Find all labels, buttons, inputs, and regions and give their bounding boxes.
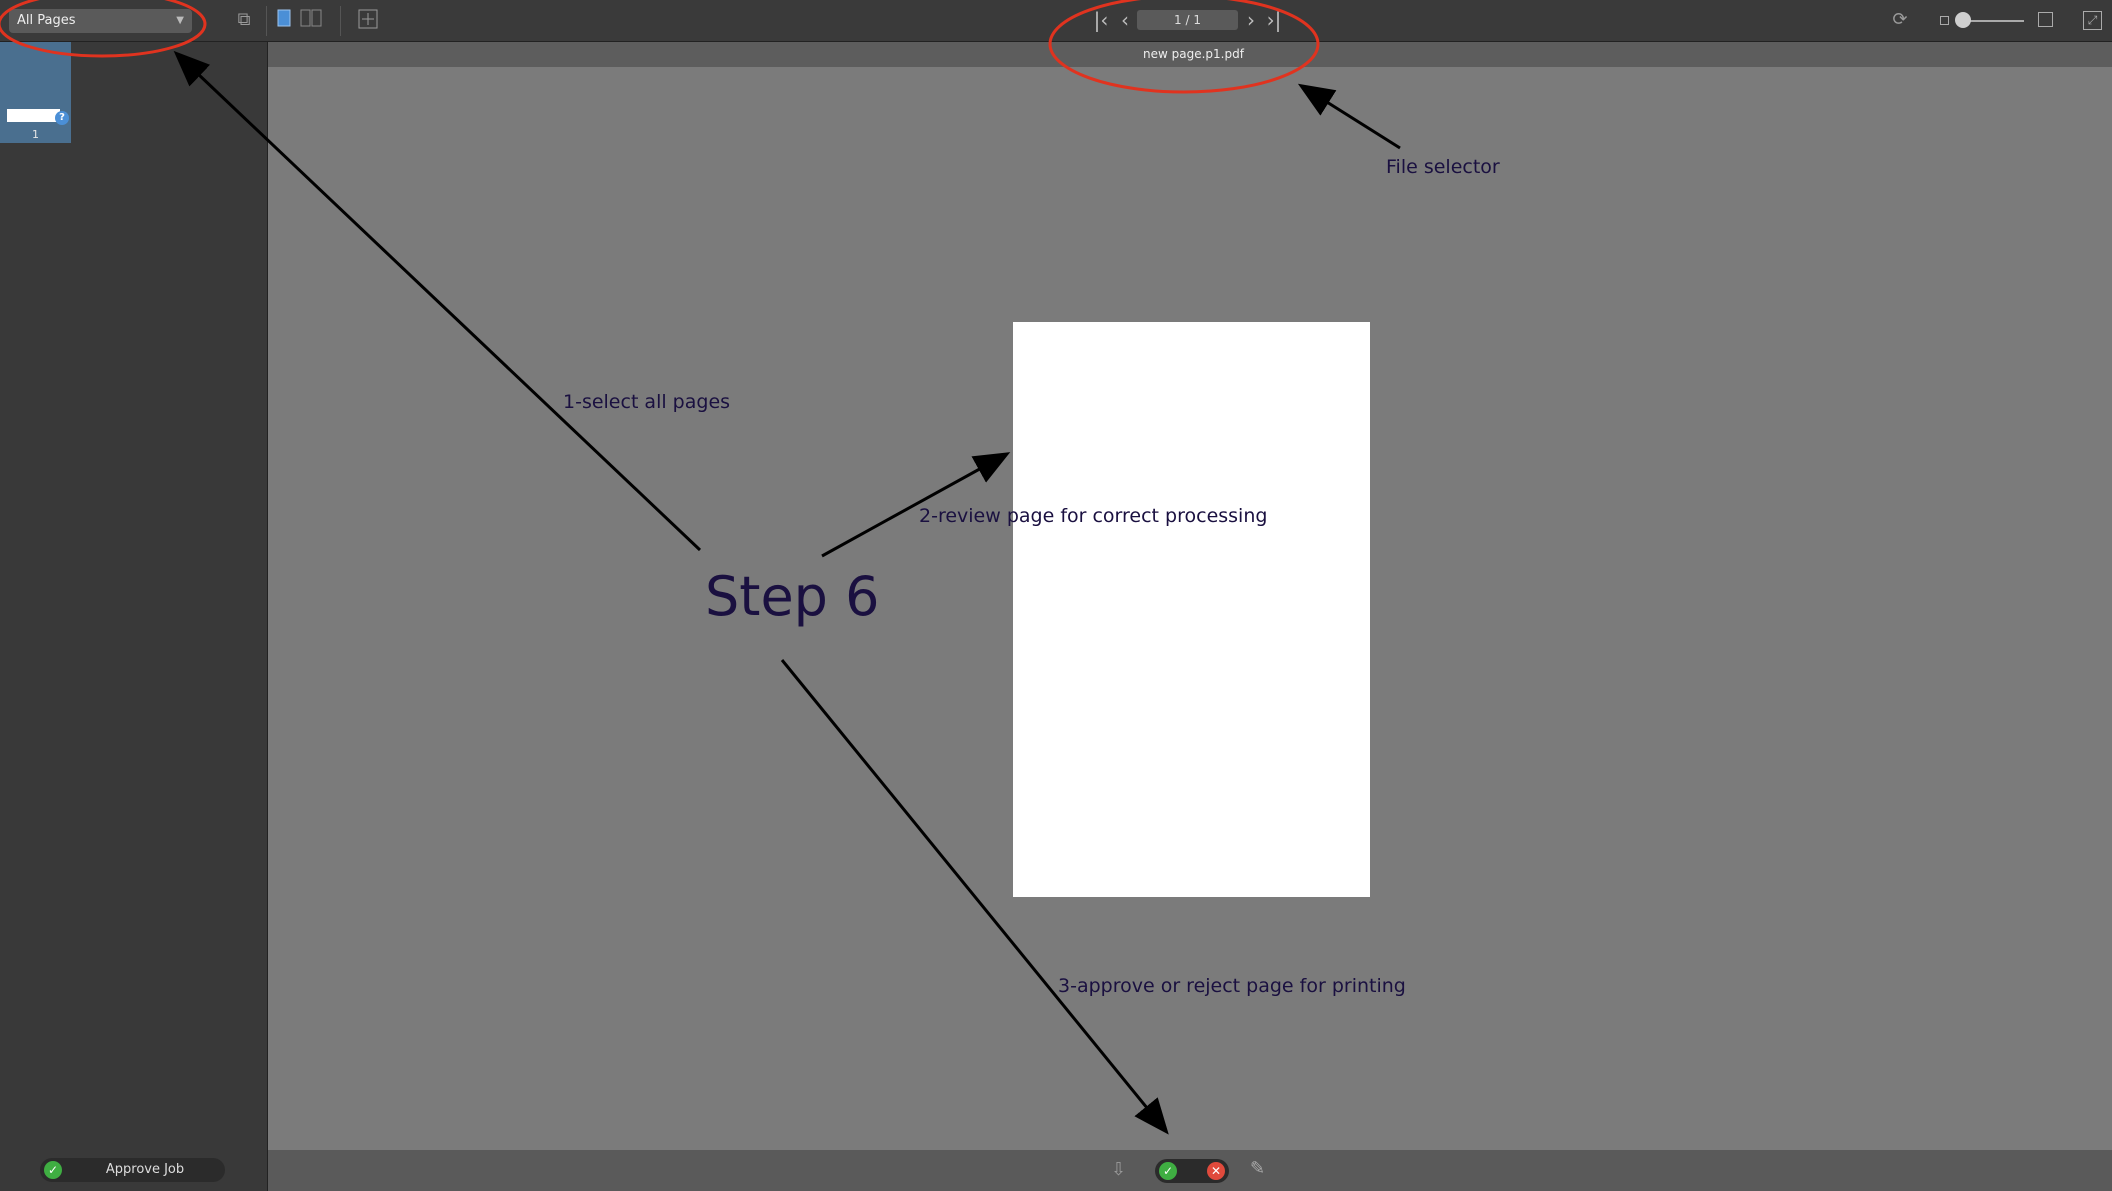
approve-reject-toggle[interactable]: ✓ ✕: [1155, 1159, 1229, 1183]
step-title: Step 6: [705, 565, 880, 628]
approve-icon[interactable]: ✓: [1159, 1162, 1177, 1180]
fullscreen-icon[interactable]: ⤢: [2083, 11, 2102, 30]
document-page: [1013, 322, 1370, 897]
single-page-view-icon[interactable]: [276, 9, 292, 31]
edit-icon[interactable]: ✎: [1250, 1159, 1265, 1179]
file-name: new page.p1.pdf: [1143, 47, 1244, 61]
annotation-approve-reject: 3-approve or reject page for printing: [1058, 975, 1406, 997]
page-thumbnail[interactable]: ? 1: [0, 42, 71, 143]
zoom-in-icon[interactable]: [2038, 12, 2053, 27]
reject-icon[interactable]: ✕: [1207, 1162, 1225, 1180]
bottom-toolbar: ⇩ ✓ ✕ ✎: [268, 1150, 2112, 1191]
sidebar-toggle-icon[interactable]: ⧉: [232, 9, 256, 31]
chevron-down-icon: ▼: [176, 15, 184, 26]
approve-job-button[interactable]: ✓ Approve Job: [40, 1158, 225, 1182]
annotation-review-page: 2-review page for correct processing: [919, 505, 1268, 527]
approve-job-label: Approve Job: [105, 1162, 185, 1177]
toolbar-divider: [340, 6, 341, 36]
next-page-icon[interactable]: ›: [1240, 8, 1262, 34]
last-page-icon[interactable]: ›|: [1263, 8, 1285, 34]
question-badge-icon: ?: [55, 111, 69, 125]
add-page-icon[interactable]: [356, 9, 380, 31]
arrow-to-file-selector: [1297, 83, 1401, 150]
download-icon[interactable]: ⇩: [1111, 1160, 1126, 1180]
thumbnail-sidebar: ? 1 ✓ Approve Job: [0, 42, 268, 1191]
toolbar-divider: [266, 6, 267, 36]
page-number-field[interactable]: 1 / 1: [1137, 10, 1238, 30]
annotation-file-selector: File selector: [1386, 156, 1500, 178]
pdf-approval-app: All Pages ▼ ⧉ |‹ ‹ 1 / 1 › ›| ⟳ ⤢ ? 1 ✓ …: [0, 0, 2112, 1191]
annotation-select-all-pages: 1-select all pages: [563, 391, 731, 413]
file-selector[interactable]: new page.p1.pdf: [268, 42, 2112, 67]
zoom-slider-handle[interactable]: [1955, 12, 1971, 28]
thumbnail-page-preview: [7, 109, 60, 122]
page-filter-value: All Pages: [17, 13, 76, 28]
top-toolbar: All Pages ▼ ⧉ |‹ ‹ 1 / 1 › ›| ⟳ ⤢: [0, 0, 2112, 42]
two-page-view-icon[interactable]: [299, 9, 323, 31]
checkmark-icon: ✓: [44, 1161, 62, 1179]
rotate-icon[interactable]: ⟳: [1888, 9, 1912, 31]
zoom-slider-track[interactable]: [1962, 20, 2024, 22]
thumbnail-page-number: 1: [32, 128, 39, 141]
first-page-icon[interactable]: |‹: [1090, 8, 1112, 34]
page-filter-select[interactable]: All Pages ▼: [9, 9, 192, 33]
zoom-out-icon[interactable]: [1940, 16, 1949, 25]
previous-page-icon[interactable]: ‹: [1114, 8, 1136, 34]
